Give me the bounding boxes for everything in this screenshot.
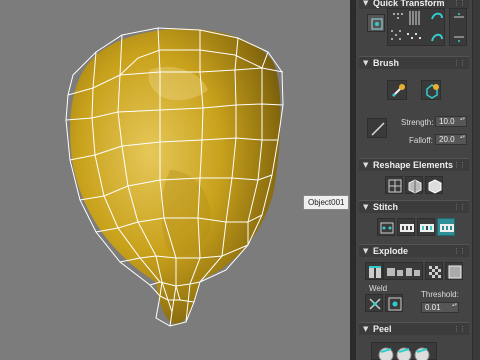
rollout-stitch: ▼ Stitch ⋮⋮ [359, 200, 469, 242]
reshape-header[interactable]: ▼ Reshape Elements ⋮⋮ [359, 158, 469, 171]
break-button[interactable] [365, 262, 383, 280]
peel-header[interactable]: ▼ Peel ⋮⋮ [359, 322, 469, 335]
threshold-spinner[interactable]: 0.01 [421, 302, 459, 313]
relax-brush-button[interactable] [421, 80, 441, 100]
quick-transform-title: Quick Transform [373, 0, 445, 8]
peel-title: Peel [373, 324, 392, 334]
reshape-title: Reshape Elements [373, 160, 454, 170]
stitch-average-button[interactable] [417, 218, 435, 236]
stitch-to-source-button[interactable] [437, 218, 455, 236]
weld-all-selected-button[interactable] [385, 294, 403, 312]
rollout-peel: ▼ Peel ⋮⋮ [359, 322, 469, 360]
paint-brush-button[interactable] [387, 80, 407, 100]
viewport[interactable]: Object001 [0, 0, 350, 360]
rollout-reshape-elements: ▼ Reshape Elements ⋮⋮ [359, 158, 469, 198]
object-name-tooltip: Object001 [303, 195, 350, 210]
align-to-center-button[interactable] [367, 14, 385, 32]
explode-title: Explode [373, 246, 409, 256]
uv-mesh-view [65, 27, 284, 327]
strength-spinner[interactable]: 10.0 [435, 116, 467, 127]
collapse-arrow-icon: ▼ [363, 0, 369, 7]
peel-buttons-group[interactable] [371, 342, 437, 360]
weld-label: Weld [369, 284, 388, 293]
collapse-arrow-icon: ▼ [363, 325, 369, 333]
drag-handle-icon[interactable]: ⋮⋮ [453, 247, 466, 255]
collapse-arrow-icon: ▼ [363, 247, 369, 255]
relax-until-flat-button[interactable] [405, 176, 423, 194]
command-panel: ▼ Quick Transform ⋮⋮ ▼ Brush ⋮⋮ Strength… [356, 0, 472, 360]
collapse-arrow-icon: ▼ [363, 59, 369, 67]
strength-label: Strength: [401, 118, 434, 127]
falloff-label: Falloff: [409, 136, 433, 145]
falloff-spinner[interactable]: 20.0 [435, 134, 467, 145]
explode-header[interactable]: ▼ Explode ⋮⋮ [359, 244, 469, 257]
brush-header[interactable]: ▼ Brush ⋮⋮ [359, 56, 469, 69]
drag-handle-icon[interactable]: ⋮⋮ [453, 59, 466, 67]
stitch-custom-button[interactable] [377, 218, 395, 236]
drag-handle-icon[interactable]: ⋮⋮ [453, 203, 466, 211]
brush-title: Brush [373, 58, 400, 68]
rotate-buttons-group[interactable] [449, 8, 467, 46]
threshold-label: Threshold: [421, 290, 459, 299]
collapse-arrow-icon: ▼ [363, 203, 369, 211]
drag-handle-icon[interactable]: ⋮⋮ [453, 0, 466, 7]
align-buttons-group [387, 8, 445, 46]
rollout-explode: ▼ Explode ⋮⋮ Weld Threshold: 0.01 [359, 244, 469, 322]
drag-handle-icon[interactable]: ⋮⋮ [453, 161, 466, 169]
relax-button[interactable] [425, 176, 443, 194]
stitch-to-target-button[interactable] [397, 218, 415, 236]
explode-by-smoothing-button[interactable] [425, 262, 443, 280]
straighten-button[interactable] [385, 176, 403, 194]
explode-to-islands-button[interactable] [383, 262, 423, 280]
rollout-brush: ▼ Brush ⋮⋮ Strength: 10.0 Falloff: 20.0 [359, 56, 469, 156]
explode-by-material-button[interactable] [445, 262, 463, 280]
rollout-quick-transform: ▼ Quick Transform ⋮⋮ [359, 0, 469, 54]
panel-scrollbar[interactable] [472, 0, 480, 360]
brush-line-icon[interactable] [367, 118, 387, 138]
collapse-arrow-icon: ▼ [363, 161, 369, 169]
stitch-header[interactable]: ▼ Stitch ⋮⋮ [359, 200, 469, 213]
stitch-title: Stitch [373, 202, 399, 212]
weld-selected-button[interactable] [365, 294, 383, 312]
drag-handle-icon[interactable]: ⋮⋮ [453, 325, 466, 333]
